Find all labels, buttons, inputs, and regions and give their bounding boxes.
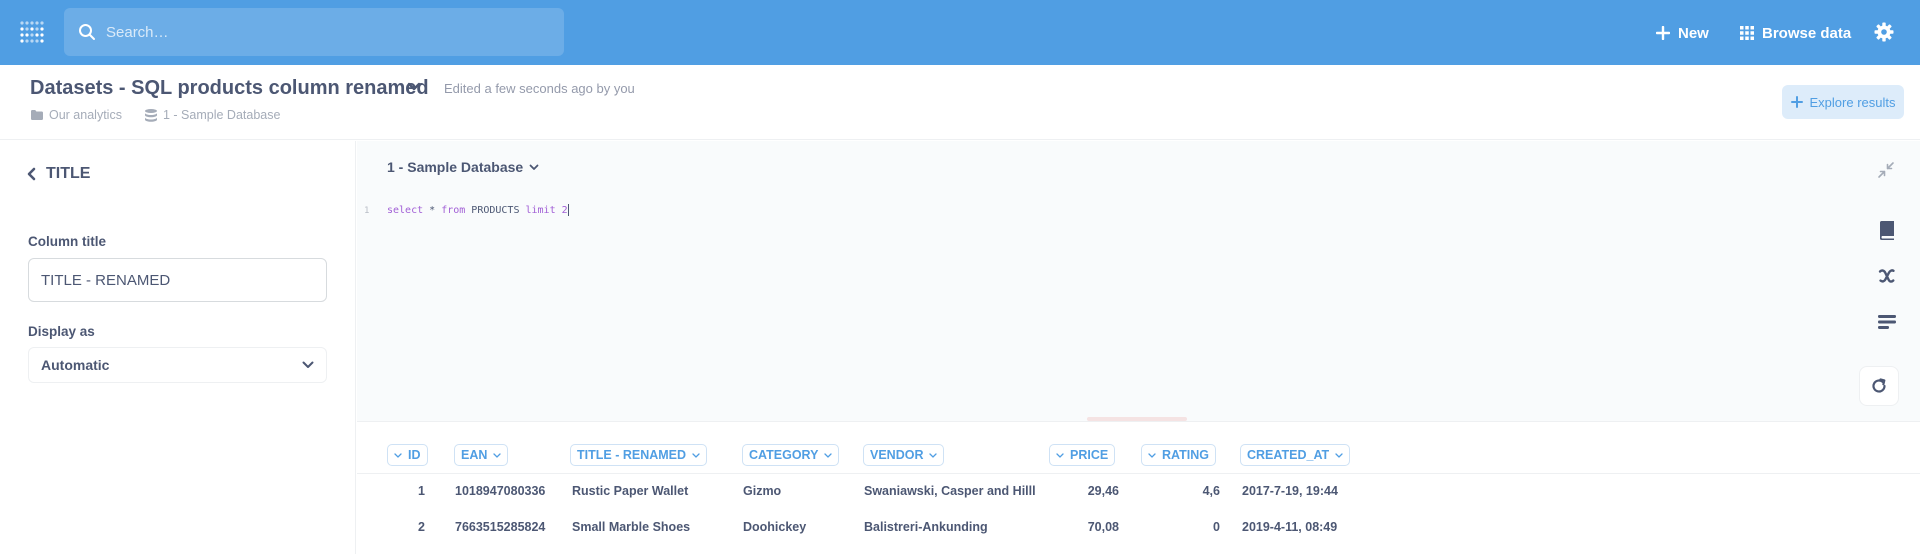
column-settings-sidebar: TITLE Column title Display as Automatic (0, 141, 356, 554)
cell-title: Small Marble Shoes (572, 520, 691, 534)
native-query-editor: 1 - Sample Database 1 select * from PROD… (357, 141, 1920, 421)
database-picker[interactable]: 1 - Sample Database (387, 159, 539, 175)
cell-rating: 0 (1213, 520, 1220, 534)
chevron-down-icon (1056, 452, 1064, 458)
cell-vendor: Swaniawski, Casper and Hilll (864, 484, 1036, 498)
column-header-label: EAN (461, 448, 488, 462)
database-picker-label: 1 - Sample Database (387, 159, 524, 175)
sql-token: * (423, 205, 442, 216)
new-button[interactable]: New (1656, 20, 1709, 46)
explore-results-label: Explore results (1809, 94, 1896, 110)
chevron-down-icon (493, 452, 502, 458)
results-table: ID EAN TITLE - RENAMED CATEGORY VENDOR P… (357, 421, 1920, 554)
column-header-ean[interactable]: EAN (454, 444, 509, 466)
column-header-label: CATEGORY (749, 448, 819, 462)
question-header: Datasets - SQL products column renamed E… (0, 65, 1920, 140)
metabase-logo[interactable] (19, 20, 45, 46)
snippet-lines-icon (1878, 315, 1896, 329)
column-header-category[interactable]: CATEGORY (742, 444, 840, 466)
column-header-label: PRICE (1070, 448, 1109, 462)
page-title[interactable]: Datasets - SQL products column renamed (30, 77, 429, 100)
cell-ean: 1018947080336 (455, 484, 546, 498)
column-header-price[interactable]: PRICE (1049, 444, 1116, 466)
column-header-label: TITLE - RENAMED (577, 448, 687, 462)
top-nav: New Browse data (0, 0, 1920, 65)
column-title-input[interactable] (28, 258, 327, 302)
search-bar[interactable] (64, 8, 564, 56)
line-number: 1 (364, 206, 370, 216)
display-as-label: Display as (28, 324, 95, 339)
chevron-down-icon[interactable] (407, 82, 421, 92)
database-icon (145, 108, 157, 122)
cell-rating: 4,6 (1202, 484, 1220, 498)
sql-keyword: select (387, 205, 424, 216)
column-header-title-renamed[interactable]: TITLE - RENAMED (570, 444, 708, 466)
collapse-editor-icon[interactable] (1877, 161, 1895, 179)
cell-title: Rustic Paper Wallet (572, 484, 689, 498)
sql-editor[interactable]: select * from PRODUCTS limit 2 (387, 204, 569, 216)
last-edited-info[interactable]: Edited a few seconds ago by you (444, 81, 635, 96)
folder-icon (31, 110, 43, 120)
browse-data-label: Browse data (1762, 24, 1852, 42)
column-header-vendor[interactable]: VENDOR (863, 444, 945, 466)
column-header-label: ID (408, 448, 421, 462)
new-label: New (1678, 24, 1709, 42)
column-header-id[interactable]: ID (387, 444, 428, 466)
cell-ean: 7663515285824 (455, 520, 546, 534)
back-to-columns-button[interactable]: TITLE (26, 165, 90, 183)
sql-keyword: from (441, 205, 466, 216)
browse-data-button[interactable]: Browse data (1740, 20, 1851, 46)
grid-icon (1740, 26, 1754, 40)
column-header-rating[interactable]: RATING (1141, 444, 1216, 466)
chevron-down-icon (302, 361, 314, 368)
collection-name: Our analytics (49, 108, 122, 122)
column-header-created-at[interactable]: CREATED_AT (1240, 444, 1351, 466)
cell-category: Doohickey (743, 520, 807, 534)
cell-created-at: 2019-4-11, 08:49 (1242, 520, 1338, 534)
book-icon (1880, 221, 1894, 240)
chevron-down-icon (1148, 452, 1156, 458)
cell-created-at: 2017-7-19, 19:44 (1242, 484, 1338, 498)
column-name: TITLE (46, 165, 91, 182)
column-title-label: Column title (28, 234, 106, 249)
search-input[interactable] (104, 8, 544, 56)
column-header-label: RATING (1162, 448, 1209, 462)
column-header-label: CREATED_AT (1247, 448, 1330, 462)
sql-keyword: limit (525, 205, 556, 216)
display-as-value: Automatic (41, 357, 110, 373)
chevron-left-icon (27, 167, 36, 181)
display-as-select[interactable]: Automatic (28, 347, 327, 383)
chevron-down-icon (929, 452, 938, 458)
chevron-down-icon (824, 452, 833, 458)
breadcrumb-collection[interactable]: Our analytics (31, 108, 122, 122)
plus-icon (1656, 26, 1670, 40)
cell-id[interactable]: 1 (387, 484, 425, 498)
data-reference-button[interactable] (1874, 217, 1900, 243)
chevron-down-icon (1335, 452, 1343, 458)
sql-token: PRODUCTS (465, 205, 526, 216)
explore-results-button[interactable]: Explore results (1782, 85, 1904, 119)
snippets-button[interactable] (1874, 309, 1900, 335)
variables-button[interactable] (1874, 263, 1900, 289)
search-icon (79, 24, 95, 40)
chevron-down-icon (529, 164, 539, 170)
refresh-icon (1872, 378, 1886, 393)
run-query-button[interactable] (1859, 366, 1899, 406)
breadcrumb-database[interactable]: 1 - Sample Database (145, 108, 280, 122)
cell-price: 70,08 (1087, 520, 1119, 534)
text-cursor (567, 204, 569, 216)
column-header-label: VENDOR (870, 448, 924, 462)
plus-icon (1790, 96, 1803, 108)
cell-category: Gizmo (743, 484, 782, 498)
database-name: 1 - Sample Database (163, 108, 281, 122)
cell-price: 29,46 (1087, 484, 1119, 498)
cell-vendor: Balistreri-Ankunding (864, 520, 988, 534)
cell-id[interactable]: 2 (387, 520, 425, 534)
variable-x-icon (1878, 269, 1895, 283)
settings-button[interactable] (1874, 22, 1894, 47)
table-header-row: ID EAN TITLE - RENAMED CATEGORY VENDOR P… (357, 422, 1920, 474)
gear-icon (1874, 22, 1894, 42)
chevron-down-icon (692, 452, 700, 458)
chevron-down-icon (394, 452, 402, 458)
